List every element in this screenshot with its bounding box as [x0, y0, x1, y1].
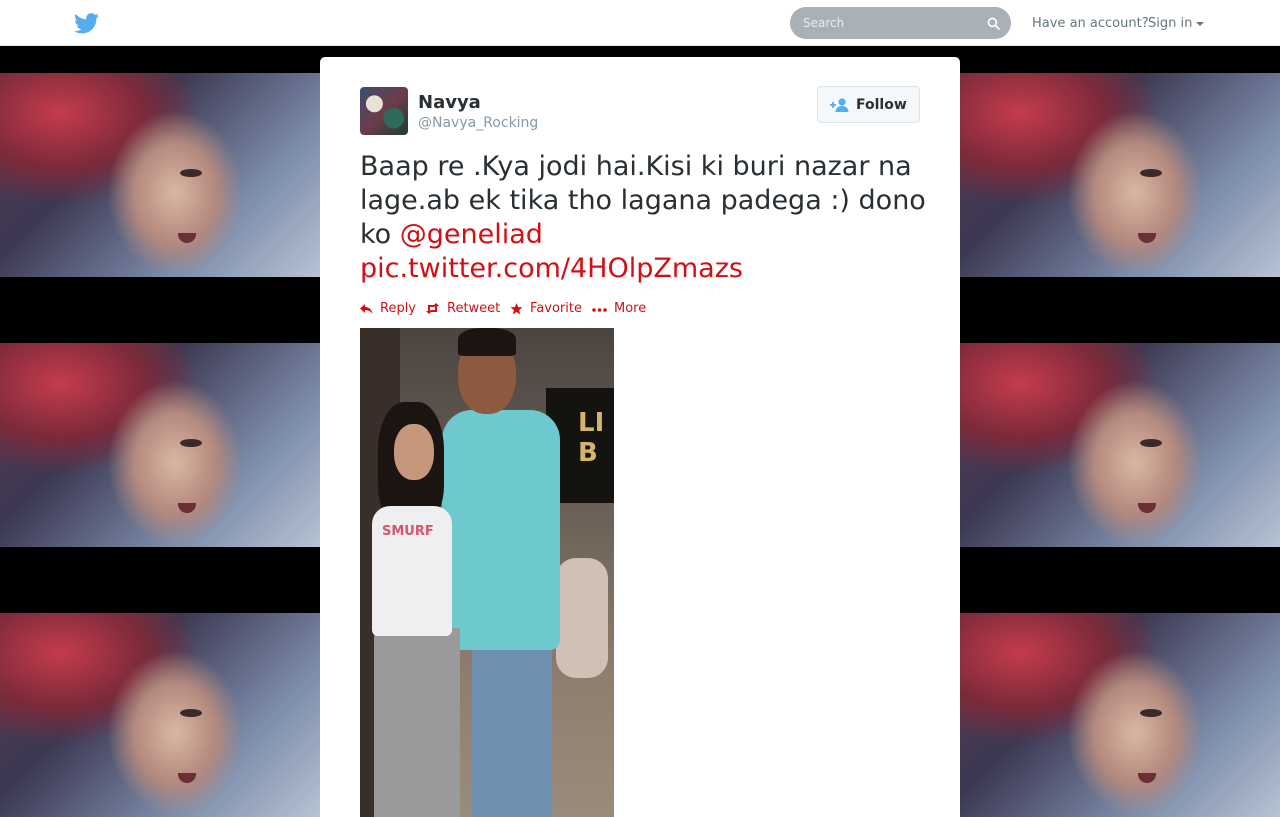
pic-link[interactable]: pic.twitter.com/4HOlpZmazs: [360, 253, 743, 284]
have-account-text: Have an account?: [1032, 16, 1149, 31]
retweet-icon: [426, 303, 439, 314]
top-bar: Search Have an account? Sign in: [0, 0, 1280, 46]
background-image: [0, 73, 320, 277]
sign-in-link[interactable]: Sign in: [1148, 16, 1192, 31]
star-icon: [510, 303, 523, 315]
add-user-icon: [830, 98, 849, 112]
author-handle[interactable]: @Navya_Rocking: [418, 115, 538, 131]
background-image: [960, 343, 1280, 547]
author-name[interactable]: Navya: [418, 92, 481, 113]
search-input[interactable]: Search: [803, 16, 844, 30]
photo-sign-text: LI B: [578, 408, 605, 468]
follow-button[interactable]: Follow: [817, 86, 920, 123]
twitter-bird-icon[interactable]: [74, 13, 99, 34]
tweet-card: Navya @Navya_Rocking Follow Baap re .Kya…: [320, 57, 960, 817]
more-icon: [592, 308, 607, 312]
tweet-text: Baap re .Kya jodi hai.Kisi ki buri nazar…: [360, 150, 930, 286]
tweet-photo[interactable]: LI B SMURF: [360, 328, 614, 817]
mention-link[interactable]: @geneliad: [400, 219, 543, 250]
search-box[interactable]: Search: [790, 7, 1011, 39]
retweet-label: Retweet: [447, 301, 501, 316]
background-image: [0, 343, 320, 547]
reply-label: Reply: [380, 301, 417, 316]
avatar[interactable]: [360, 87, 408, 135]
photo-shirt-text: SMURF: [382, 524, 434, 539]
background-image: [0, 613, 320, 817]
more-label: More: [614, 301, 647, 316]
follow-label: Follow: [856, 97, 907, 113]
background-image: [960, 613, 1280, 817]
favorite-label: Favorite: [530, 301, 582, 316]
search-icon[interactable]: [987, 17, 1000, 30]
background-image: [960, 73, 1280, 277]
chevron-down-icon[interactable]: [1196, 22, 1204, 26]
reply-icon: [360, 304, 373, 314]
